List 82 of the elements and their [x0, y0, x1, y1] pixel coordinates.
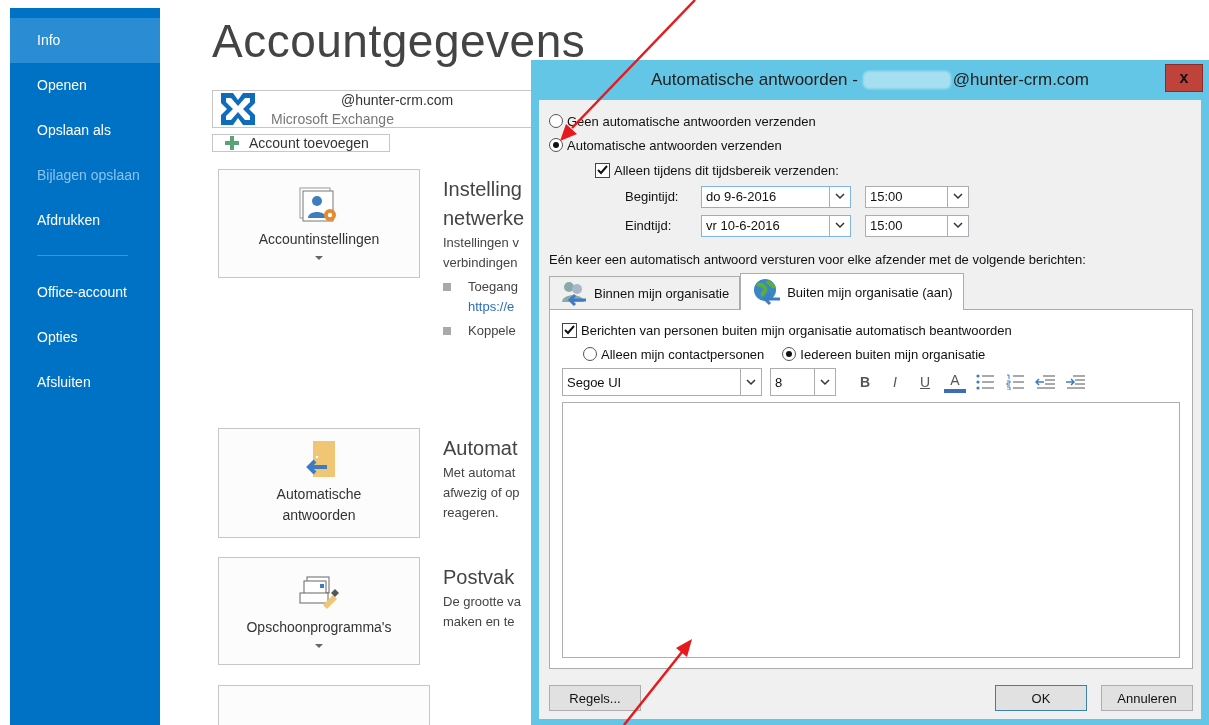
rules-button[interactable]: Regels... — [549, 685, 641, 711]
font-color-button[interactable]: A — [944, 371, 966, 393]
section-description: reageren. — [443, 504, 500, 522]
section-heading: Instelling — [443, 177, 523, 202]
date-picker[interactable]: do 9-6-2016 — [701, 185, 851, 208]
sidebar-item[interactable]: Afsluiten — [10, 360, 160, 405]
section-heading: Automat — [443, 436, 519, 461]
numbered-list-icon — [1006, 374, 1024, 390]
page-title: Accountgegevens — [212, 14, 586, 69]
bullet-text: Koppele — [468, 322, 516, 340]
check-icon — [597, 165, 608, 175]
settings-card[interactable]: Opschoonprogramma's — [218, 557, 420, 665]
sidebar-item[interactable]: Openen — [10, 63, 160, 108]
caret-icon — [315, 643, 323, 648]
bullet-text: Toegang — [468, 278, 518, 296]
radio-button[interactable] — [583, 347, 597, 361]
dialog-button[interactable]: OK — [995, 685, 1087, 711]
section-description: Met automat — [443, 464, 517, 482]
decrease-indent-icon — [1035, 375, 1055, 389]
sidebar-item[interactable]: Info — [10, 18, 160, 63]
account-email: @hunter-crm.com — [340, 91, 454, 108]
chevron-icon — [746, 378, 756, 386]
section-heading: Postvak — [443, 565, 516, 590]
time-dropdown[interactable]: 15:00 — [865, 214, 969, 237]
dialog-button[interactable]: Annuleren — [1101, 685, 1193, 711]
people-arrow-icon — [560, 280, 588, 306]
dialog-title: Automatische antwoorden - — [651, 70, 859, 90]
chevron-icon — [953, 222, 963, 229]
mail-brush-icon — [299, 574, 339, 611]
section-description: De grootte va — [443, 593, 523, 611]
checkbox[interactable] — [595, 162, 610, 178]
user-gear-icon — [299, 187, 339, 223]
checkbox-label: Berichten van personen buiten mijn organisatie automatisch beantwoorden — [581, 322, 1012, 338]
link[interactable]: https://e — [468, 297, 518, 317]
tab[interactable]: Buiten mijn organisatie (aan) — [740, 273, 964, 310]
sidebar-item[interactable]: Office-account — [10, 270, 160, 315]
check-icon — [564, 325, 575, 335]
dialog-title-email: @hunter-crm.com — [952, 70, 1089, 90]
plus-icon — [225, 136, 239, 150]
time-label: Begintijd: — [625, 189, 680, 204]
increase-indent-icon — [1065, 375, 1085, 389]
time-label: Eindtijd: — [625, 218, 673, 233]
section-heading: netwerke — [443, 206, 526, 231]
radio-button[interactable] — [549, 138, 563, 152]
exchange-logo-icon — [219, 91, 257, 127]
sidebar-item[interactable]: Opslaan als — [10, 108, 160, 153]
italic-button[interactable]: I — [884, 371, 906, 393]
settings-card[interactable]: Accountinstellingen — [218, 169, 420, 278]
radio-label: Alleen mijn contactpersonen — [601, 346, 765, 362]
chevron-icon — [835, 222, 845, 229]
sidebar-item[interactable]: Opties — [10, 315, 160, 360]
checkbox[interactable] — [562, 322, 577, 338]
section-description: maken en te — [443, 613, 516, 631]
radio-label: Automatische antwoorden verzenden — [567, 137, 782, 153]
bullet-icon — [443, 327, 451, 335]
radio-label: Iedereen buiten mijn organisatie — [800, 346, 986, 362]
bullet-icon — [443, 283, 451, 291]
radio-button[interactable] — [549, 114, 563, 128]
date-picker[interactable]: vr 10-6-2016 — [701, 214, 851, 237]
close-button[interactable]: x — [1165, 64, 1203, 92]
font-size-dropdown[interactable]: 8 — [770, 368, 836, 396]
account-type: Microsoft Exchange — [271, 110, 395, 127]
section-description: verbindingen — [443, 254, 519, 272]
add-account-button[interactable]: Account toevoegen — [212, 134, 390, 152]
checkbox-label: Alleen tijdens dit tijdsbereik verzenden: — [614, 162, 839, 178]
caret-icon — [315, 256, 323, 260]
instruction-text: Eén keer een automatisch antwoord versturen voor elke afzender met de volgende berichten: — [549, 252, 1087, 267]
time-dropdown[interactable]: 15:00 — [865, 185, 969, 208]
chevron-icon — [953, 193, 963, 200]
underline-button[interactable]: U — [914, 371, 936, 393]
settings-card[interactable]: Automatische antwoorden — [218, 428, 420, 538]
chevron-icon — [835, 193, 845, 200]
font-dropdown[interactable]: Segoe UI — [562, 368, 762, 396]
bold-button[interactable]: B — [854, 371, 876, 393]
chevron-icon — [820, 378, 830, 386]
section-description: Instellingen v — [443, 234, 520, 252]
radio-button[interactable] — [782, 347, 797, 361]
tab[interactable]: Binnen mijn organisatie — [549, 276, 741, 309]
globe-arrow-icon — [751, 278, 782, 306]
section-description: afwezig of op — [443, 484, 521, 502]
bullet-list-icon — [976, 374, 994, 390]
sidebar-item[interactable]: Afdrukken — [10, 198, 160, 243]
